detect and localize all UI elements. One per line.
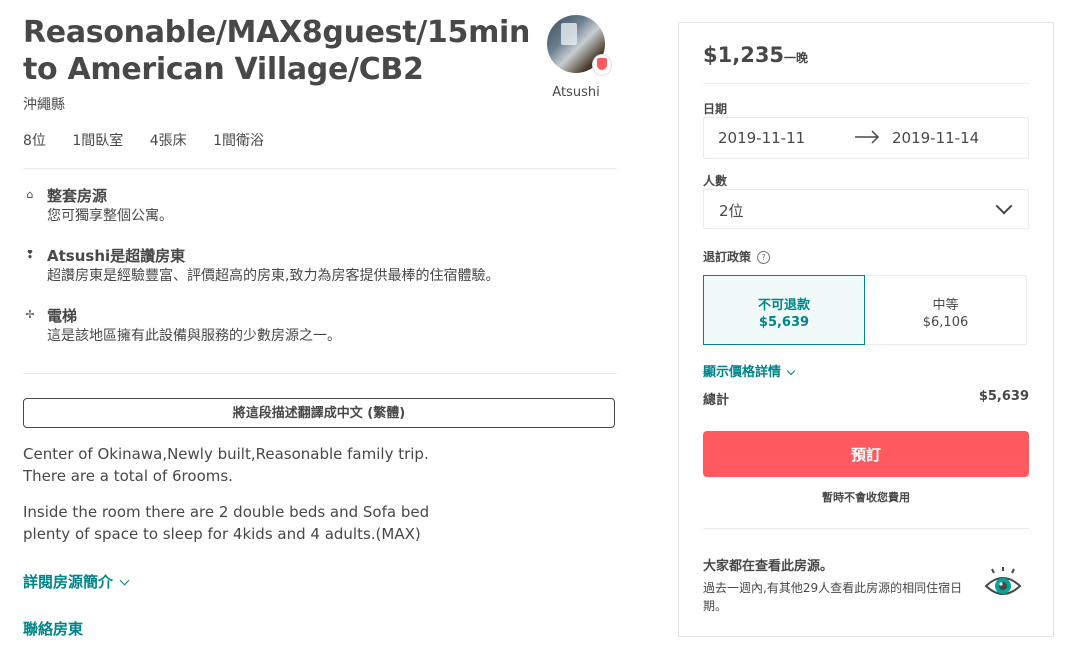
- show-price-details-link[interactable]: 顯示價格詳情: [703, 361, 796, 380]
- total-label: 總計: [703, 393, 730, 408]
- policy-name: 不可退款: [757, 298, 810, 313]
- check-out-date[interactable]: 2019-11-14: [892, 129, 979, 147]
- highlight-desc: 超讚房東是經驗豐富、評價超高的房東,致力為房客提供最棒的住宿體驗。: [47, 268, 500, 284]
- policy-option-moderate[interactable]: 中等 $6,106: [865, 275, 1027, 345]
- highlight-elevator: ✢ 電梯 這是該地區擁有此設備與服務的少數房源之一。: [23, 306, 617, 346]
- booking-panel: $1,235一晚 日期 2019-11-11 2019-11-14 人數 2位 …: [678, 22, 1054, 637]
- guests-select[interactable]: 2位: [703, 189, 1029, 229]
- popularity-title: 大家都在查看此房源。: [703, 559, 834, 574]
- read-more-label: 詳閱房源簡介: [23, 573, 114, 591]
- description-line: There are a total of 6rooms.: [23, 467, 233, 485]
- avatar-photo-detail: [561, 23, 577, 45]
- eye-icon: [983, 565, 1023, 609]
- price-amount: $1,235: [703, 43, 785, 67]
- arrow-right-icon: [854, 130, 880, 148]
- listing-title: Reasonable/MAX8guest/15min to American V…: [23, 15, 531, 87]
- contact-host-link[interactable]: 聯絡房東: [23, 618, 83, 639]
- help-icon[interactable]: ?: [757, 251, 771, 264]
- home-icon: ⌂: [26, 188, 34, 201]
- cancellation-label-text: 退訂政策: [703, 250, 752, 264]
- book-button[interactable]: 預訂: [703, 431, 1029, 477]
- highlight-title: Atsushi是超讚房東: [47, 247, 186, 265]
- highlight-title: 整套房源: [47, 187, 108, 205]
- chevron-down-icon: [995, 197, 1013, 215]
- policy-option-non-refundable[interactable]: 不可退款 $5,639: [703, 275, 865, 345]
- check-in-date[interactable]: 2019-11-11: [718, 129, 805, 147]
- nightly-price: $1,235一晚: [703, 43, 808, 67]
- cancellation-policy-label: 退訂政策?: [703, 248, 771, 265]
- read-more-link[interactable]: 詳閱房源簡介: [23, 571, 130, 592]
- per-night-label: 一晚: [784, 51, 809, 65]
- listing-stats: 8位 1間臥室 4張床 1間衛浴: [23, 130, 286, 150]
- host-name[interactable]: Atsushi: [543, 85, 609, 100]
- divider: [703, 528, 1029, 529]
- description-paragraph-1: Center of Okinawa,Newly built,Reasonable…: [23, 443, 429, 487]
- description-line: Center of Okinawa,Newly built,Reasonable…: [23, 445, 429, 463]
- divider: [23, 373, 617, 374]
- highlight-title: 電梯: [47, 307, 78, 325]
- translate-button[interactable]: 將這段描述翻譯成中文 (繁體): [23, 398, 615, 428]
- host-avatar[interactable]: [547, 15, 611, 75]
- guests-label: 人數: [703, 174, 728, 188]
- description-line: Inside the room there are 2 double beds …: [23, 503, 430, 521]
- stat-bedrooms: 1間臥室: [72, 133, 124, 149]
- superhost-badge-icon: [593, 55, 611, 75]
- total-value: $5,639: [978, 389, 1029, 404]
- policy-price: $6,106: [922, 315, 969, 330]
- policy-price: $5,639: [758, 315, 810, 330]
- description-paragraph-2: Inside the room there are 2 double beds …: [23, 501, 429, 545]
- stat-beds: 4張床: [149, 133, 187, 149]
- description-line: plenty of space to sleep for 4kids and 4…: [23, 525, 421, 543]
- stat-guests: 8位: [23, 133, 46, 149]
- policy-name: 中等: [932, 298, 959, 313]
- superhost-medal-icon: ❢: [25, 248, 35, 261]
- divider: [23, 168, 617, 169]
- highlight-superhost: ❢ Atsushi是超讚房東 超讚房東是經驗豐富、評價超高的房東,致力為房客提供…: [23, 246, 617, 286]
- show-price-details-label: 顯示價格詳情: [703, 365, 782, 380]
- guests-value: 2位: [719, 202, 744, 220]
- host-profile[interactable]: Atsushi: [543, 15, 611, 100]
- no-charge-note: 暫時不會收您費用: [822, 491, 910, 504]
- divider: [703, 83, 1029, 84]
- listing-location[interactable]: 沖繩縣: [23, 94, 65, 114]
- date-range-picker: 2019-11-11 2019-11-14: [703, 117, 1029, 159]
- stat-baths: 1間衛浴: [213, 133, 265, 149]
- dates-label: 日期: [703, 102, 728, 116]
- popularity-desc: 過去一週內,有其他29人查看此房源的相同住宿日期。: [703, 581, 963, 613]
- highlight-desc: 這是該地區擁有此設備與服務的少數房源之一。: [47, 328, 341, 344]
- chevron-down-icon: [786, 366, 796, 376]
- chevron-down-icon: [119, 575, 130, 586]
- highlight-entire-home: ⌂ 整套房源 您可獨享整個公寓。: [23, 186, 617, 226]
- sparkle-icon: ✢: [25, 308, 35, 321]
- highlight-desc: 您可獨享整個公寓。: [47, 208, 173, 224]
